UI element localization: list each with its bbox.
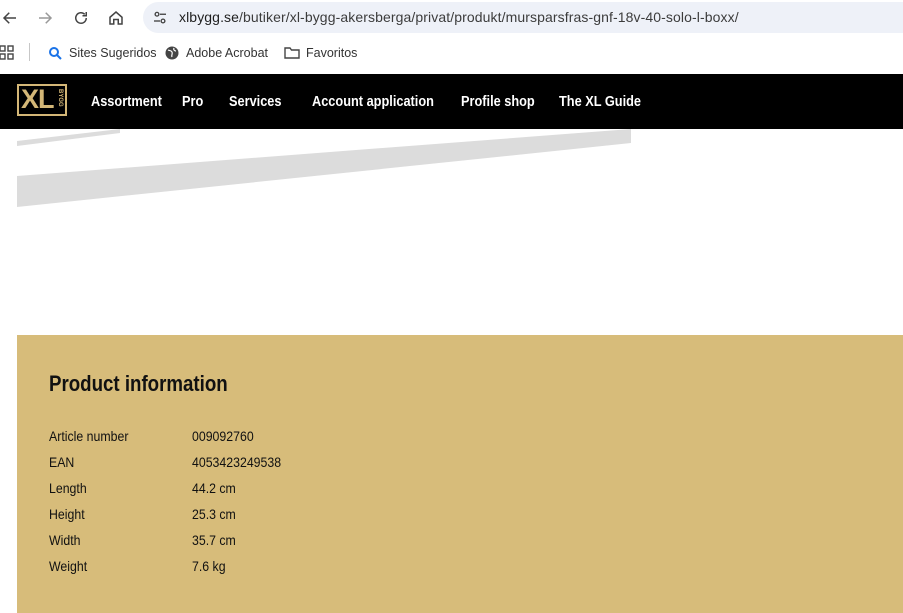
ean-value: 4053423249538 bbox=[192, 454, 282, 470]
decorative-stripes bbox=[17, 129, 631, 207]
bookmark-adobe-acrobat[interactable]: Adobe Acrobat bbox=[164, 44, 268, 62]
bookmark-favoritos[interactable]: Favoritos bbox=[284, 44, 357, 62]
url-text[interactable]: xlbygg.se/butiker/xl-bygg-akersberga/pri… bbox=[179, 9, 739, 25]
bookmarks-bar: Sites Sugeridos Adobe Acrobat Favoritos bbox=[0, 36, 903, 70]
nav-services[interactable]: Services bbox=[229, 94, 282, 110]
nav-assortment[interactable]: Assortment bbox=[91, 94, 162, 110]
home-icon bbox=[109, 11, 123, 25]
nav-account-application[interactable]: Account application bbox=[312, 94, 434, 110]
bookmark-label: Sites Sugeridos bbox=[69, 46, 157, 60]
logo-bygg-text: BYGG bbox=[57, 89, 63, 107]
product-information-panel: Product information Article number 00909… bbox=[17, 335, 903, 613]
xl-bygg-logo[interactable]: XL BYGG bbox=[17, 84, 67, 116]
nav-xl-guide[interactable]: The XL Guide bbox=[559, 94, 641, 110]
arrow-left-icon bbox=[2, 12, 16, 24]
apps-grid-icon bbox=[0, 45, 14, 60]
reload-button[interactable] bbox=[69, 6, 93, 30]
site-settings-icon[interactable] bbox=[151, 9, 169, 27]
weight-label: Weight bbox=[49, 558, 88, 574]
address-bar[interactable]: xlbygg.se/butiker/xl-bygg-akersberga/pri… bbox=[143, 2, 903, 33]
product-information-title: Product information bbox=[49, 371, 228, 396]
article-number-value: 009092760 bbox=[192, 428, 254, 444]
logo-xl-text: XL bbox=[21, 84, 55, 114]
height-label: Height bbox=[49, 506, 85, 522]
bookmarks-divider bbox=[29, 43, 30, 61]
site-header: XL BYGG Assortment Pro Services Account … bbox=[0, 74, 903, 129]
length-value: 44.2 cm bbox=[192, 480, 236, 496]
url-host: xlbygg.se bbox=[179, 9, 240, 25]
weight-value: 7.6 kg bbox=[192, 558, 226, 574]
reload-icon bbox=[75, 12, 87, 24]
width-value: 35.7 cm bbox=[192, 532, 236, 548]
bookmark-label: Adobe Acrobat bbox=[186, 46, 269, 60]
height-value: 25.3 cm bbox=[192, 506, 236, 522]
apps-button[interactable] bbox=[0, 44, 22, 62]
home-button[interactable] bbox=[104, 6, 128, 30]
length-label: Length bbox=[49, 480, 87, 496]
folder-icon bbox=[284, 47, 300, 59]
nav-profile-shop[interactable]: Profile shop bbox=[461, 94, 535, 110]
search-icon bbox=[49, 47, 62, 60]
url-path: /butiker/xl-bygg-akersberga/privat/produ… bbox=[239, 9, 739, 25]
back-button[interactable] bbox=[0, 6, 22, 30]
bookmark-label: Favoritos bbox=[306, 46, 358, 60]
main-nav: Assortment Pro Services Account applicat… bbox=[91, 74, 676, 129]
bookmark-sites-sugeridos[interactable]: Sites Sugeridos bbox=[47, 44, 157, 62]
globe-icon bbox=[165, 46, 179, 60]
nav-pro[interactable]: Pro bbox=[182, 94, 203, 110]
browser-toolbar: xlbygg.se/butiker/xl-bygg-akersberga/pri… bbox=[0, 0, 903, 36]
arrow-right-icon bbox=[39, 12, 53, 24]
article-number-label: Article number bbox=[49, 428, 129, 444]
forward-button[interactable] bbox=[33, 6, 57, 30]
ean-label: EAN bbox=[49, 454, 75, 470]
width-label: Width bbox=[49, 532, 81, 548]
